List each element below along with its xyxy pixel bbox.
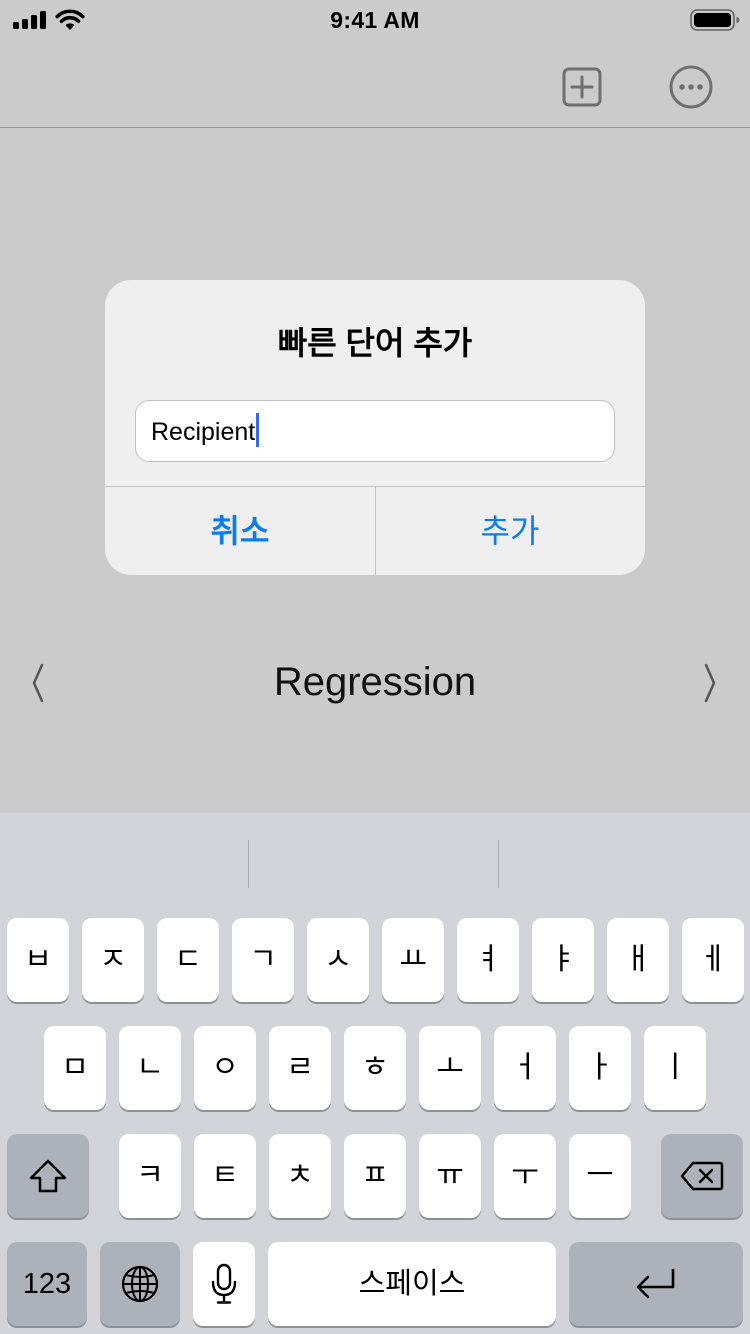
key-rieul[interactable]: ㄹ — [269, 1026, 331, 1110]
key-giyeok[interactable]: ㄱ — [232, 918, 294, 1002]
numbers-key[interactable]: 123 — [7, 1242, 87, 1326]
key-kieuk[interactable]: ㅋ — [119, 1134, 181, 1218]
text-caret — [256, 413, 260, 448]
key-yo[interactable]: ㅛ — [382, 918, 444, 1002]
key-pieup[interactable]: ㅍ — [344, 1134, 406, 1218]
key-tieut[interactable]: ㅌ — [194, 1134, 256, 1218]
delete-icon — [680, 1161, 724, 1191]
chevron-right-icon[interactable] — [700, 662, 720, 704]
battery-icon — [690, 9, 740, 31]
input-value-wrapper: Recipient — [151, 413, 260, 448]
key-eo[interactable]: ㅓ — [494, 1026, 556, 1110]
add-quick-word-dialog: 빠른 단어 추가 Recipient 취소 추가 — [105, 280, 645, 575]
key-a[interactable]: ㅏ — [569, 1026, 631, 1110]
key-chieut[interactable]: ㅊ — [269, 1134, 331, 1218]
key-e[interactable]: ㅔ — [682, 918, 744, 1002]
key-bieup[interactable]: ㅂ — [7, 918, 69, 1002]
shift-icon — [29, 1159, 67, 1193]
microphone-icon — [211, 1263, 237, 1304]
shift-key[interactable] — [7, 1134, 89, 1218]
navigation-bar — [0, 40, 750, 128]
key-digeut[interactable]: ㄷ — [157, 918, 219, 1002]
globe-icon — [121, 1265, 159, 1303]
suggestion-divider — [248, 840, 249, 888]
key-ae[interactable]: ㅐ — [607, 918, 669, 1002]
current-word: Regression — [273, 660, 477, 704]
key-yeo[interactable]: ㅕ — [457, 918, 519, 1002]
input-value: Recipient — [151, 418, 256, 446]
key-jieut[interactable]: ㅈ — [82, 918, 144, 1002]
key-u[interactable]: ㅜ — [494, 1134, 556, 1218]
return-icon — [636, 1269, 675, 1299]
korean-keyboard: ㅂ ㅈ ㄷ ㄱ ㅅ ㅛ ㅕ ㅑ ㅐ ㅔ ㅁ ㄴ ㅇ ㄹ ㅎ ㅗ ㅓ ㅏ ㅣ ㅋ … — [0, 813, 750, 1334]
key-ya[interactable]: ㅑ — [532, 918, 594, 1002]
key-nieun[interactable]: ㄴ — [119, 1026, 181, 1110]
key-ieung[interactable]: ㅇ — [194, 1026, 256, 1110]
cancel-button[interactable]: 취소 — [105, 487, 375, 575]
key-siot[interactable]: ㅅ — [307, 918, 369, 1002]
more-ellipsis-icon[interactable] — [668, 64, 714, 110]
add-button[interactable]: 추가 — [375, 487, 645, 575]
key-yu[interactable]: ㅠ — [419, 1134, 481, 1218]
key-i[interactable]: ㅣ — [644, 1026, 706, 1110]
status-time: 9:41 AM — [330, 7, 420, 33]
suggestion-divider — [498, 840, 499, 888]
dictation-key[interactable] — [193, 1242, 255, 1326]
key-mieum[interactable]: ㅁ — [44, 1026, 106, 1110]
status-bar: 9:41 AM — [0, 0, 750, 40]
dialog-title: 빠른 단어 추가 — [277, 325, 473, 361]
key-hieut[interactable]: ㅎ — [344, 1026, 406, 1110]
globe-key[interactable] — [100, 1242, 180, 1326]
space-key[interactable]: 스페이스 — [268, 1242, 556, 1326]
word-navigator: Regression — [0, 640, 750, 728]
add-square-icon[interactable] — [559, 64, 605, 110]
quick-word-input[interactable]: Recipient — [135, 400, 615, 462]
delete-key[interactable] — [661, 1134, 743, 1218]
key-o[interactable]: ㅗ — [419, 1026, 481, 1110]
return-key[interactable] — [569, 1242, 743, 1326]
key-eu[interactable]: ㅡ — [569, 1134, 631, 1218]
